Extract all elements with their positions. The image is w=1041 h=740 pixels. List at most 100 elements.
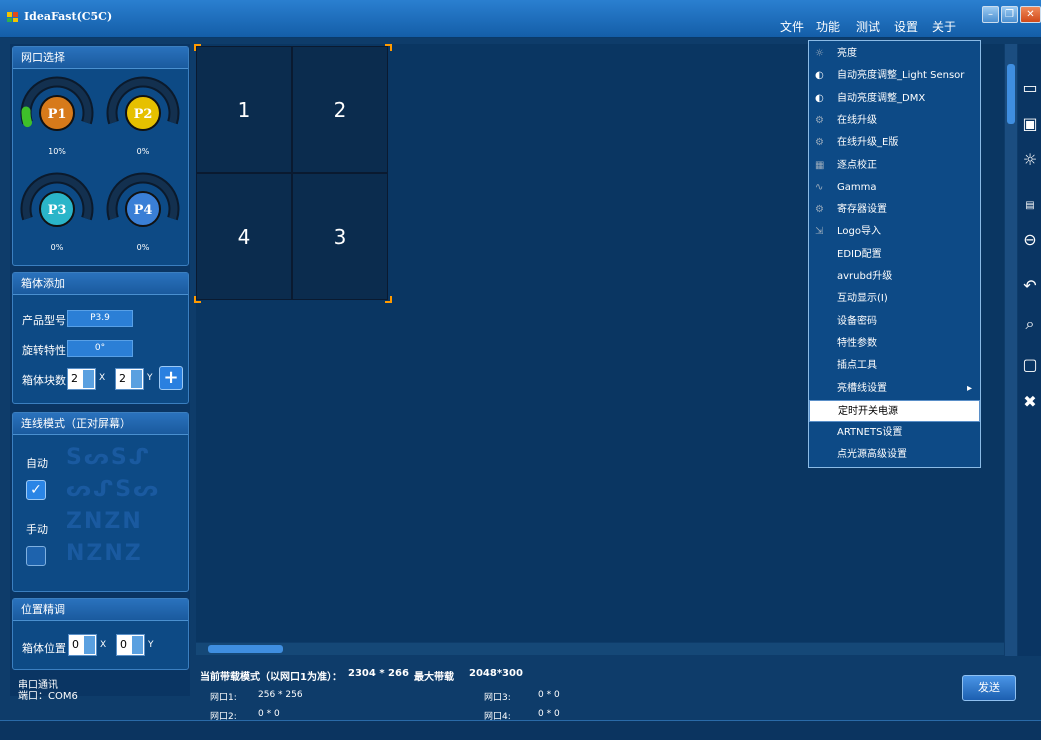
menu-item-9[interactable]: EDID配置 [809,244,980,266]
menu-item-label: 特性参数 [837,337,877,349]
stepper-arrows-icon[interactable] [131,370,142,388]
manual-label: 手动 [26,523,48,536]
close-icon[interactable]: ✕ [1020,6,1041,23]
port-gauge-p4[interactable]: P4 0% [104,170,182,252]
wiring-pattern-grid[interactable]: SᔕSᔑ ᔕᔑSᔕ ZNZN NZNZ [66,442,160,570]
horizontal-scrollbar[interactable] [196,643,1004,655]
menu-item-6[interactable]: ∿ Gamma [809,177,980,199]
grid-icon: ▦ [815,159,825,171]
menu-item-label: 寄存器设置 [837,204,887,216]
wiring-pattern-row[interactable]: NZNZ [66,538,160,570]
cabinet-cell[interactable]: 4 [196,173,292,300]
menu-item-8[interactable]: ⇲ Logo导入 [809,221,980,243]
open-folder-icon[interactable]: ▭ [1020,78,1040,98]
menu-item-17[interactable]: ARTNETS设置 [809,422,980,444]
menu-test[interactable]: 测试 [856,18,880,35]
menu-settings[interactable]: 设置 [894,18,918,35]
cabinet-grid[interactable]: 1 2 4 3 [194,44,392,303]
title-bar: IdeaFast(C5C) 文件 功能 测试 设置 关于 – ❐ ✕ [0,0,1041,38]
cabinet-cell[interactable]: 1 [196,46,292,173]
menu-about[interactable]: 关于 [932,18,956,35]
wiring-pattern-row[interactable]: SᔕSᔑ [66,442,160,474]
unlock-icon[interactable]: ⊖ [1020,230,1040,250]
add-cabinet-button[interactable]: + [159,366,183,390]
menu-item-15[interactable]: 亮槽线设置 ▸ [809,378,980,400]
vertical-scroll-thumb[interactable] [1007,64,1015,124]
selection-corner [385,296,392,303]
manual-checkbox[interactable] [26,546,46,566]
menu-item-18[interactable]: 点光源高级设置 [809,444,980,466]
max-load-label: 最大带载 [414,672,454,683]
menu-item-14[interactable]: 插点工具 [809,355,980,377]
serial-port: 端口：COM6 [18,691,78,702]
right-toolbar [1018,44,1041,656]
restore-icon[interactable]: ❐ [1001,6,1018,23]
minimize-icon[interactable]: – [982,6,999,23]
menu-item-1[interactable]: ◐ 自动亮度调整_Light Sensor [809,65,980,87]
menu-item-2[interactable]: ◐ 自动亮度调整_DMX [809,88,980,110]
gear-icon: ⚙ [815,114,824,126]
port-gauge-p3[interactable]: P3 0% [18,170,96,252]
port-gauge-p1[interactable]: P1 10% [18,74,96,156]
menu-file[interactable]: 文件 [780,18,804,35]
menu-item-label: 插点工具 [837,360,877,372]
wiring-pattern-row[interactable]: ZNZN [66,506,160,538]
model-field[interactable]: P3.9 [67,310,133,327]
gear-icon: ⚙ [815,204,824,216]
menu-item-label: 点光源高级设置 [837,449,907,461]
port3-value: 0 * 0 [538,690,560,700]
menu-item-11[interactable]: 互动显示(I) [809,288,980,310]
app-logo-icon [7,12,18,22]
usb-icon[interactable]: ▤ [1020,196,1040,216]
auto-checkbox[interactable]: ✓ [26,480,46,500]
send-button[interactable]: 发送 [962,675,1016,701]
fullscreen-icon[interactable]: ✖ [1020,392,1040,412]
menu-item-13[interactable]: 特性参数 [809,333,980,355]
stepper-arrows-icon[interactable] [132,636,143,654]
x-label: X [99,373,106,383]
position-y-stepper[interactable]: 0 [116,634,145,656]
zoom-icon[interactable]: ⌕ [1020,314,1040,334]
cabinet-cell[interactable]: 2 [292,46,388,173]
sun-icon: ☼ [815,48,824,59]
save-icon[interactable]: ▣ [1020,114,1040,134]
menu-item-16[interactable]: 定时开关电源 [809,399,980,422]
cabinet-cell[interactable]: 3 [292,173,388,300]
horizontal-scroll-thumb[interactable] [208,645,283,653]
menu-item-4[interactable]: ⚙ 在线升级_E版 [809,132,980,154]
menu-item-12[interactable]: 设备密码 [809,311,980,333]
position-section: 位置精调 [12,598,189,670]
menu-item-label: Logo导入 [837,226,881,238]
menu-item-5[interactable]: ▦ 逐点校正 [809,155,980,177]
menu-item-label: EDID配置 [837,248,882,260]
cabinet-count-y-stepper[interactable]: 2 [115,368,144,390]
cabinet-count-y-value: 2 [119,372,126,385]
menu-function[interactable]: 功能 [816,18,840,35]
menu-item-label: 自动亮度调整_DMX [837,92,926,104]
menu-item-label: 自动亮度调整_Light Sensor [837,70,965,82]
position-x-stepper[interactable]: 0 [68,634,97,656]
undo-icon[interactable]: ↶ [1020,276,1040,296]
menu-item-7[interactable]: ⚙ 寄存器设置 [809,199,980,221]
port1-value: 256 * 256 [258,690,303,700]
menu-item-10[interactable]: avrubd升级 [809,266,980,288]
rotate-field[interactable]: 0° [67,340,133,357]
wiring-pattern-row[interactable]: ᔕᔑSᔕ [66,474,160,506]
fit-screen-icon[interactable]: ▢ [1020,355,1040,375]
stepper-arrows-icon[interactable] [83,370,94,388]
selection-corner [385,44,392,51]
position-header: 位置精调 [13,599,188,621]
submenu-arrow-icon: ▸ [966,382,972,394]
cabinet-count-x-stepper[interactable]: 2 [67,368,96,390]
port2-value: 0 * 0 [258,709,280,719]
menu-item-0[interactable]: ☼ 亮度 [809,43,980,65]
selection-corner [194,44,201,51]
port-gauge-p2[interactable]: P2 0% [104,74,182,156]
selection-corner [194,296,201,303]
menu-item-3[interactable]: ⚙ 在线升级 [809,110,980,132]
menu-item-label: 互动显示(I) [837,293,888,305]
brightness-icon[interactable]: ☼ [1020,150,1040,170]
position-x-label: X [100,640,107,650]
stepper-arrows-icon[interactable] [84,636,95,654]
vertical-scrollbar[interactable] [1005,44,1017,656]
